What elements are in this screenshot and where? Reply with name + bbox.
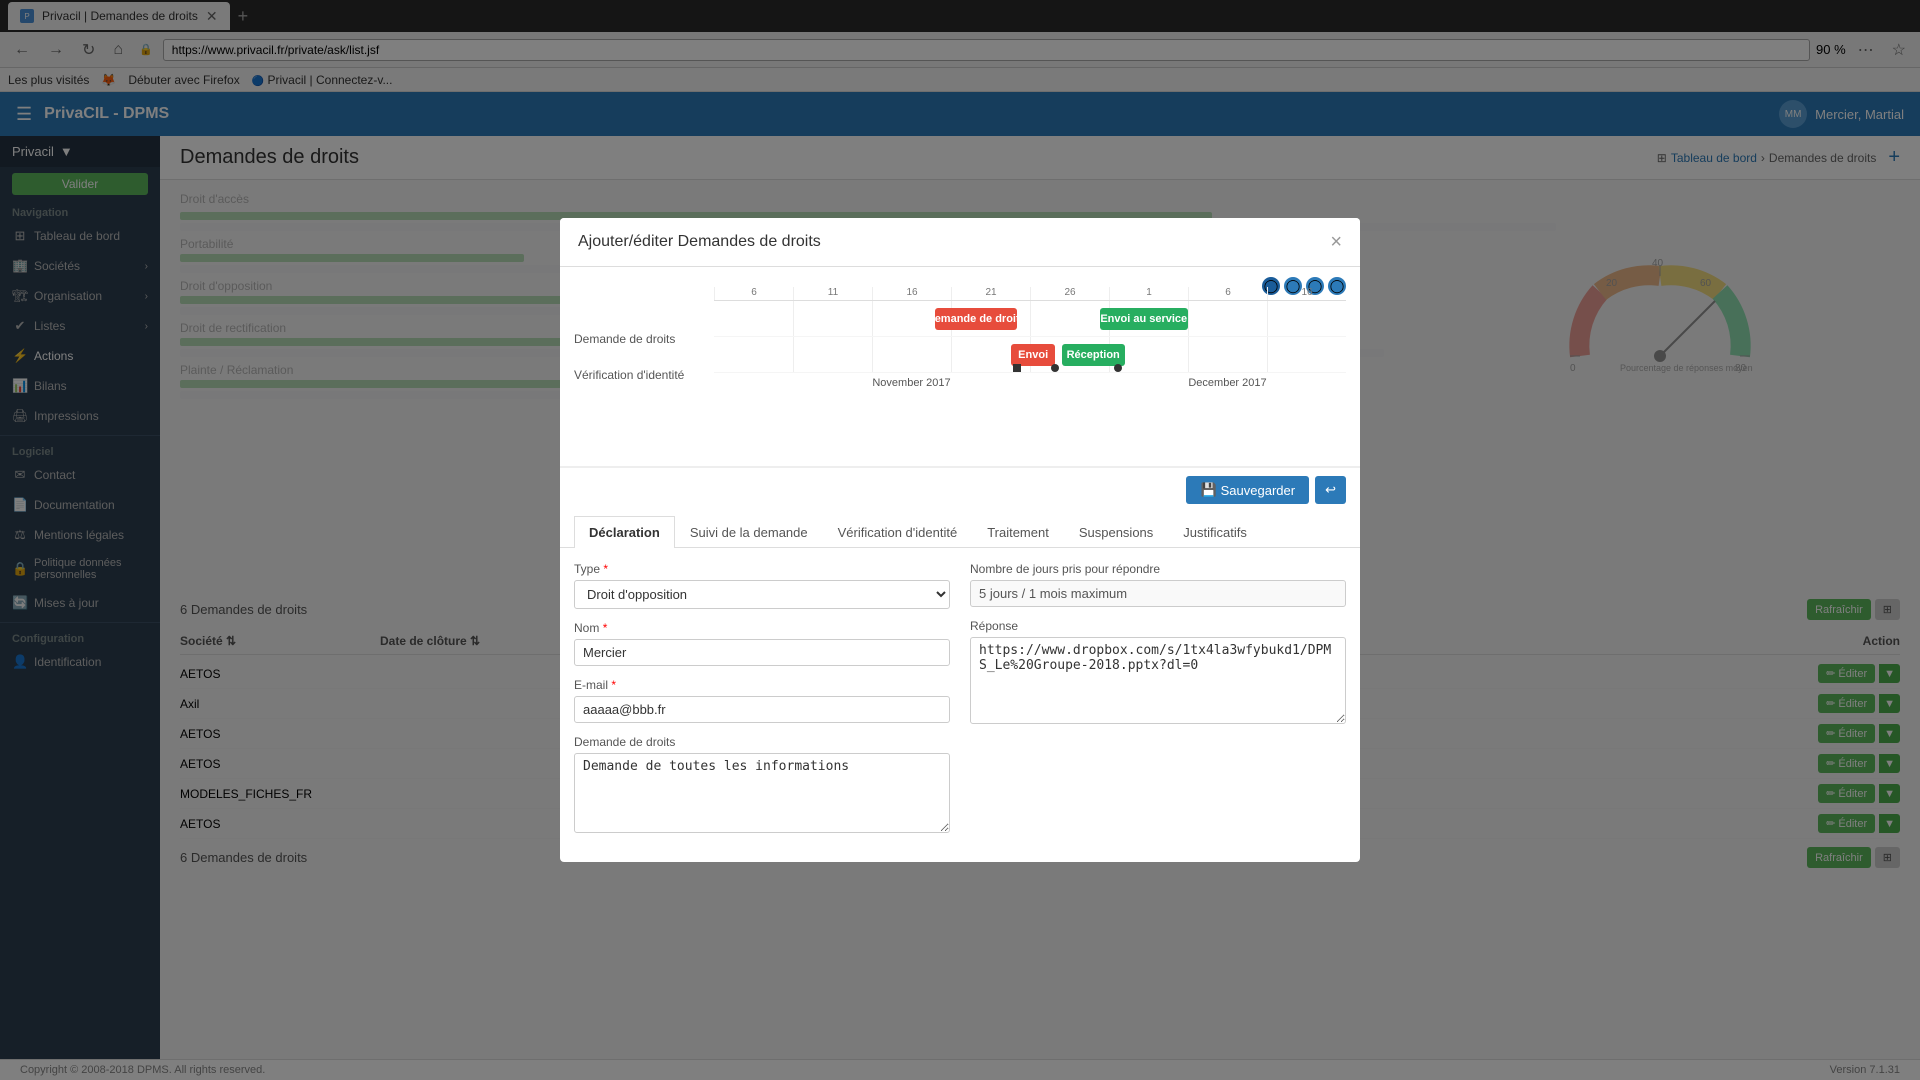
reponse-label: Réponse [970, 619, 1346, 633]
tab-declaration[interactable]: Déclaration [574, 516, 675, 548]
modal-header: Ajouter/éditer Demandes de droits × [560, 218, 1360, 267]
gantt-area: ◯ ◯ ◯ ◯ Demande de droits Vérification d… [560, 267, 1360, 467]
gantt-chart: 6 11 16 21 26 1 6 16 [714, 277, 1346, 393]
gantt-labels: Demande de droits Vérification d'identit… [574, 277, 714, 393]
tick-7: 6 [1188, 287, 1267, 300]
nom-input[interactable] [574, 639, 950, 666]
form-col-left: Type * Droit d'opposition Droit d'accès … [574, 562, 950, 848]
save-back-button[interactable]: ↩ [1315, 476, 1346, 504]
gantt-bar-reception: Réception [1062, 344, 1125, 366]
month-labels: November 2017 December 2017 [714, 377, 1346, 389]
modal-tabs: Déclaration Suivi de la demande Vérifica… [560, 516, 1360, 548]
gantt-bar-envoi-service: Envoi au service [1100, 308, 1188, 330]
save-icon: 💾 [1200, 482, 1216, 498]
nom-required: * [603, 621, 608, 635]
tick-1: 6 [714, 287, 793, 300]
save-label: Sauvegarder [1221, 483, 1295, 498]
save-button[interactable]: 💾 Sauvegarder [1186, 476, 1309, 504]
tick-5: 26 [1030, 287, 1109, 300]
modal-title: Ajouter/éditer Demandes de droits [578, 233, 821, 251]
tab-verification[interactable]: Vérification d'identité [823, 516, 973, 548]
gantt-bar-envoi: Envoi [1011, 344, 1055, 366]
gantt-rows-area: Demande de droits Envoi au service [714, 301, 1346, 373]
gantt-container: Demande de droits Vérification d'identit… [574, 277, 1346, 393]
month-december: December 2017 [1109, 377, 1346, 389]
tick-4: 21 [951, 287, 1030, 300]
demande-label: Demande de droits [574, 735, 950, 749]
gantt-bar-demande: Demande de droits [935, 308, 1017, 330]
modal-close-button[interactable]: × [1330, 232, 1342, 252]
gantt-label-demande: Demande de droits [574, 321, 714, 357]
form-area: Type * Droit d'opposition Droit d'accès … [560, 548, 1360, 862]
reponse-textarea[interactable]: https://www.dropbox.com/s/1tx4la3wfybukd… [970, 637, 1346, 724]
form-col-right: Nombre de jours pris pour répondre Répon… [970, 562, 1346, 848]
connector-dot-3 [1114, 364, 1122, 372]
tab-justificatifs[interactable]: Justificatifs [1168, 516, 1262, 548]
type-select[interactable]: Droit d'opposition Droit d'accès Portabi… [574, 580, 950, 609]
form-group-nom: Nom * [574, 621, 950, 666]
tab-suspensions[interactable]: Suspensions [1064, 516, 1168, 548]
form-group-type: Type * Droit d'opposition Droit d'accès … [574, 562, 950, 609]
type-label: Type * [574, 562, 950, 576]
tick-2: 11 [793, 287, 872, 300]
jours-input [970, 580, 1346, 607]
demande-textarea[interactable]: Demande de toutes les informations [574, 753, 950, 833]
tab-suivi[interactable]: Suivi de la demande [675, 516, 823, 548]
tick-6: 1 [1109, 287, 1188, 300]
jours-label: Nombre de jours pris pour répondre [970, 562, 1346, 576]
connector-dot-2 [1051, 364, 1059, 372]
gantt-row-verification: Réception Envoi [714, 337, 1346, 373]
email-required: * [611, 678, 616, 692]
month-november: November 2017 [714, 377, 1109, 389]
tick-3: 16 [872, 287, 951, 300]
email-label: E-mail * [574, 678, 950, 692]
form-group-email: E-mail * [574, 678, 950, 723]
form-group-demande: Demande de droits Demande de toutes les … [574, 735, 950, 836]
form-group-reponse: Réponse https://www.dropbox.com/s/1tx4la… [970, 619, 1346, 727]
type-required: * [603, 562, 608, 576]
tick-8: 16 [1267, 287, 1346, 300]
gantt-row-demande: Demande de droits Envoi au service [714, 301, 1346, 337]
modal-body: ◯ ◯ ◯ ◯ Demande de droits Vérification d… [560, 267, 1360, 862]
modal-actions: 💾 Sauvegarder ↩ [560, 467, 1360, 512]
email-input[interactable] [574, 696, 950, 723]
form-group-jours: Nombre de jours pris pour répondre [970, 562, 1346, 607]
gantt-label-verification: Vérification d'identité [574, 357, 714, 393]
modal-overlay[interactable]: Ajouter/éditer Demandes de droits × ◯ ◯ … [0, 0, 1920, 1080]
connector-dot-1 [1013, 364, 1021, 372]
form-row-1: Type * Droit d'opposition Droit d'accès … [574, 562, 1346, 848]
nom-label: Nom * [574, 621, 950, 635]
modal-dialog: Ajouter/éditer Demandes de droits × ◯ ◯ … [560, 218, 1360, 862]
tab-traitement[interactable]: Traitement [972, 516, 1064, 548]
